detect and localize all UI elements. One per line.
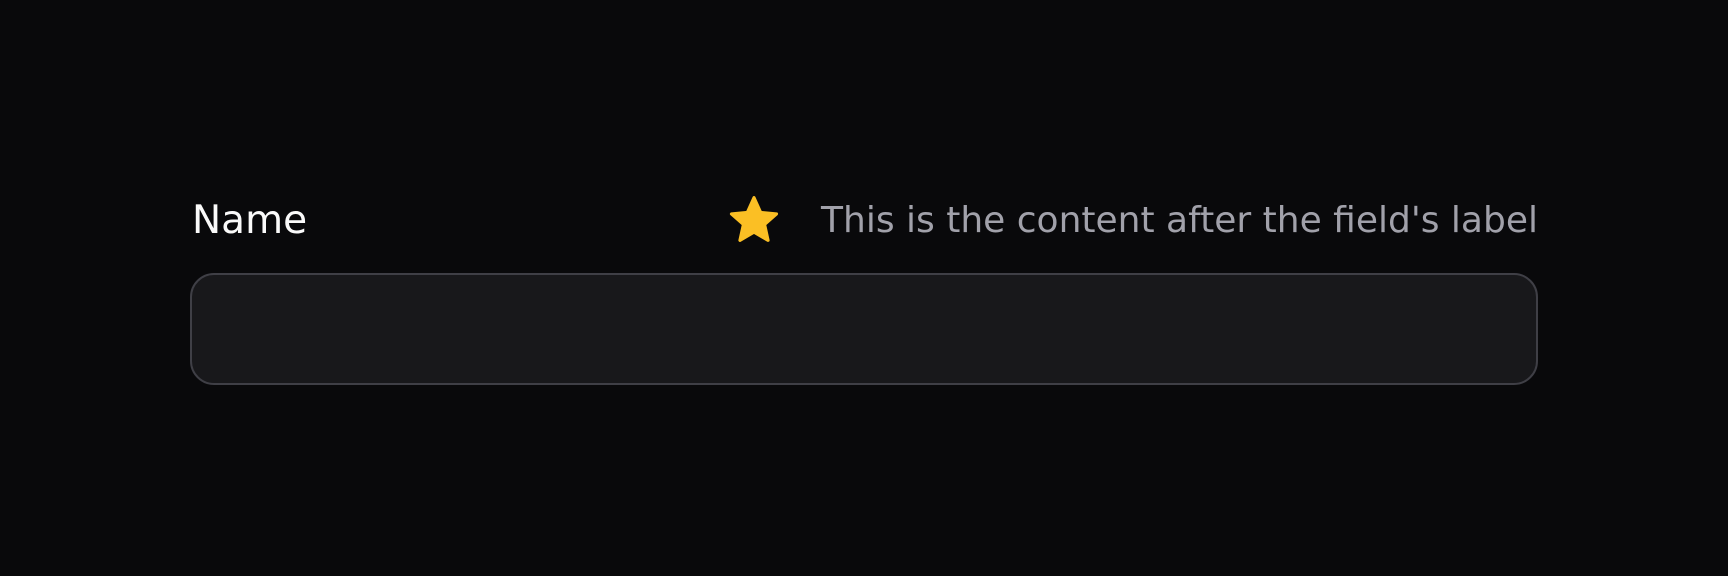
after-label-text: This is the content after the field's la… [821,200,1538,241]
field-label: Name [192,198,308,243]
star-icon [729,196,779,242]
field-label-row: Name This is the content after the field… [190,196,1538,248]
name-field: Name This is the content after the field… [190,196,1538,385]
after-label-content: This is the content after the field's la… [727,196,1538,246]
name-input[interactable] [190,273,1538,385]
